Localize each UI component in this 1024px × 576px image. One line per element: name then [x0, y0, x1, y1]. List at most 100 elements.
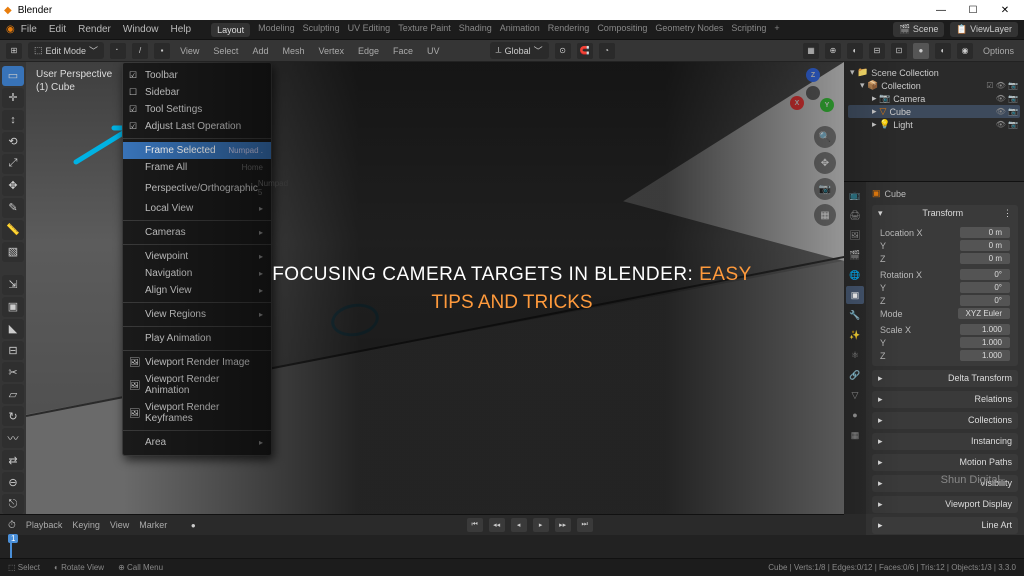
timeline-view[interactable]: View — [110, 520, 129, 530]
menu-local-view[interactable]: Local View — [123, 200, 271, 217]
panel-lineart[interactable]: ▸ Line Art — [872, 517, 1018, 534]
menu-cameras[interactable]: Cameras — [123, 224, 271, 241]
panel-collections[interactable]: ▸ Collections — [872, 412, 1018, 429]
move-view-icon[interactable]: ✥ — [814, 152, 836, 174]
header-menu-face[interactable]: Face — [393, 46, 413, 56]
outliner-collection[interactable]: ▾ 📦 Collection☑ 👁 📷 — [848, 79, 1020, 92]
scale-z-field[interactable]: 1.000 — [960, 350, 1010, 361]
tab-sculpting[interactable]: Sculpting — [303, 23, 340, 37]
tab-texture[interactable]: Texture Paint — [398, 23, 451, 37]
tab-add[interactable]: + — [774, 23, 779, 37]
persp-ortho-icon[interactable]: ▦ — [814, 204, 836, 226]
edge-select-icon[interactable]: / — [132, 43, 148, 59]
panel-vpdisplay[interactable]: ▸ Viewport Display — [872, 496, 1018, 513]
ptab-physics[interactable]: ⚛ — [846, 346, 864, 364]
gizmo-toggle-icon[interactable]: ⊕ — [825, 43, 841, 59]
panel-transform-header[interactable]: ▾ Transform⋮ — [872, 205, 1018, 222]
tab-rendering[interactable]: Rendering — [548, 23, 590, 37]
tab-animation[interactable]: Animation — [500, 23, 540, 37]
menu-vp-render-keys[interactable]: 🖼Viewport Render Keyframes — [123, 399, 271, 427]
shading-matprev-icon[interactable]: ◐ — [935, 43, 951, 59]
loc-z-field[interactable]: 0 m — [960, 253, 1010, 264]
rot-x-field[interactable]: 0° — [960, 269, 1010, 280]
scene-selector[interactable]: 🎬 Scene — [893, 22, 944, 37]
menu-tool-settings[interactable]: ☑Tool Settings — [123, 101, 271, 118]
play-rev-icon[interactable]: ◂ — [511, 518, 527, 532]
tool-spin[interactable]: ↻ — [2, 406, 24, 426]
shading-solid-icon[interactable]: ● — [913, 43, 929, 59]
outliner-root[interactable]: ▾ 📁 Scene Collection — [848, 66, 1020, 79]
panel-relations[interactable]: ▸ Relations — [872, 391, 1018, 408]
jump-end-icon[interactable]: ⏭ — [577, 518, 593, 532]
tool-loopcut[interactable]: ⊟ — [2, 341, 24, 361]
tool-cursor[interactable]: ✛ — [2, 88, 24, 108]
tool-addcube[interactable]: ▧ — [2, 242, 24, 262]
tab-layout[interactable]: Layout — [211, 23, 250, 37]
transform-orientation[interactable]: ⟂ Global ﹀ — [490, 42, 549, 59]
menu-view-regions[interactable]: View Regions — [123, 306, 271, 323]
xray-icon[interactable]: ⊟ — [869, 43, 885, 59]
tool-knife[interactable]: ✂ — [2, 362, 24, 382]
tab-geonodes[interactable]: Geometry Nodes — [655, 23, 723, 37]
viewport[interactable]: User Perspective (1) Cube ☑Toolbar ☐Side… — [26, 62, 844, 514]
panel-delta[interactable]: ▸ Delta Transform — [872, 370, 1018, 387]
tab-modeling[interactable]: Modeling — [258, 23, 295, 37]
tool-extrude[interactable]: ⇲ — [2, 275, 24, 295]
scale-y-field[interactable]: 1.000 — [960, 337, 1010, 348]
menu-frame-selected[interactable]: Frame SelectedNumpad . — [123, 142, 271, 159]
panel-motion[interactable]: ▸ Motion Paths — [872, 454, 1018, 471]
header-menu-uv[interactable]: UV — [427, 46, 440, 56]
nav-gizmo[interactable]: X Y Z — [788, 68, 836, 116]
ptab-texture[interactable]: ▦ — [846, 426, 864, 444]
menu-persp-ortho[interactable]: Perspective/OrthographicNumpad 5 — [123, 176, 271, 200]
ptab-modifier[interactable]: 🔧 — [846, 306, 864, 324]
options-dropdown[interactable]: Options — [983, 46, 1014, 56]
menu-render[interactable]: Render — [78, 24, 111, 35]
tool-polybuild[interactable]: ▱ — [2, 384, 24, 404]
menu-frame-all[interactable]: Frame AllHome — [123, 159, 271, 176]
tool-rotate[interactable]: ⟲ — [2, 132, 24, 152]
menu-sidebar[interactable]: ☐Sidebar — [123, 84, 271, 101]
tool-bevel[interactable]: ◣ — [2, 319, 24, 339]
tool-annotate[interactable]: ✎ — [2, 198, 24, 218]
timeline-keying[interactable]: Keying — [72, 520, 100, 530]
tab-scripting[interactable]: Scripting — [731, 23, 766, 37]
timeline-editor-icon[interactable]: ⏱ — [8, 520, 16, 531]
snap-icon[interactable]: 🧲 — [577, 43, 593, 59]
tab-compositing[interactable]: Compositing — [597, 23, 647, 37]
shading-wireframe-icon[interactable]: ⊡ — [891, 43, 907, 59]
ptab-particle[interactable]: ✨ — [846, 326, 864, 344]
prev-key-icon[interactable]: ◂◂ — [489, 518, 505, 532]
header-menu-edge[interactable]: Edge — [358, 46, 379, 56]
outliner-cube[interactable]: ▸ ▽ Cube👁 📷 — [848, 105, 1020, 118]
ptab-render[interactable]: 📺 — [846, 186, 864, 204]
menu-vp-render-anim[interactable]: 🖼Viewport Render Animation — [123, 371, 271, 399]
mesh-edit-icon[interactable]: ▦ — [803, 43, 819, 59]
header-menu-view[interactable]: View — [180, 46, 199, 56]
ptab-material[interactable]: ● — [846, 406, 864, 424]
menu-edit[interactable]: Edit — [49, 24, 66, 35]
jump-start-icon[interactable]: ⏮ — [467, 518, 483, 532]
ptab-scene[interactable]: 🎬 — [846, 246, 864, 264]
window-close-button[interactable]: ✕ — [990, 1, 1020, 19]
tool-rip[interactable]: ⎋ — [2, 494, 24, 514]
vert-select-icon[interactable]: ⠂ — [110, 43, 126, 59]
zoom-icon[interactable]: 🔍 — [814, 126, 836, 148]
viewlayer-selector[interactable]: 📋 ViewLayer — [950, 22, 1018, 37]
tool-slide[interactable]: ⇄ — [2, 450, 24, 470]
face-select-icon[interactable]: ▪ — [154, 43, 170, 59]
tool-select[interactable]: ▭ — [2, 66, 24, 86]
menu-help[interactable]: Help — [170, 24, 191, 35]
loc-y-field[interactable]: 0 m — [960, 240, 1010, 251]
outliner-camera[interactable]: ▸ 📷 Camera👁 📷 — [848, 92, 1020, 105]
editor-type-icon[interactable]: ⊞ — [6, 43, 22, 59]
ptab-viewlayer[interactable]: 🖼 — [846, 226, 864, 244]
ptab-world[interactable]: 🌐 — [846, 266, 864, 284]
rot-mode-field[interactable]: XYZ Euler — [958, 308, 1010, 319]
window-max-button[interactable]: ☐ — [958, 1, 988, 19]
object-name[interactable]: Cube — [885, 189, 907, 199]
camera-view-icon[interactable]: 📷 — [814, 178, 836, 200]
overlay-toggle-icon[interactable]: ◐ — [847, 43, 863, 59]
tool-scale[interactable]: ⤢ — [2, 154, 24, 174]
mode-selector[interactable]: ⬚ Edit Mode ﹀ — [28, 42, 104, 59]
